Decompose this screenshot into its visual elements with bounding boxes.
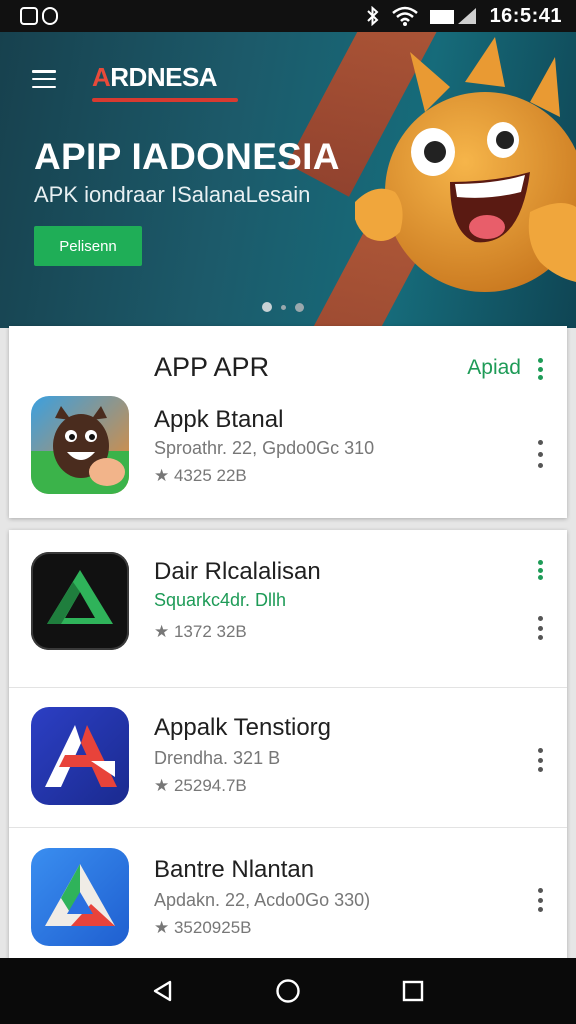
carousel-dot[interactable]: [295, 302, 304, 312]
status-time: 16:5:41: [489, 4, 562, 27]
mascot-illustration: [355, 37, 576, 292]
app-subtitle: Apdakn. 22, Acdo0Go 330): [154, 890, 371, 910]
notification-icon: [42, 7, 58, 25]
carousel-dot[interactable]: [281, 304, 286, 310]
section-more-icon[interactable]: [535, 358, 545, 380]
section-title: APP APR: [154, 352, 270, 382]
app-more-icon[interactable]: [535, 440, 545, 468]
app-subtitle: Drendha. 321 B: [154, 748, 281, 768]
status-bar: 16:5:41: [0, 0, 576, 32]
app-name[interactable]: Bantre Nlantan: [154, 856, 314, 884]
home-icon: [276, 979, 300, 1003]
app-name[interactable]: Dair Rlcalalisan: [154, 558, 321, 586]
recents-icon: [403, 980, 424, 1002]
bluetooth-icon: [366, 6, 379, 26]
divider: [9, 687, 567, 688]
app-more-icon[interactable]: [535, 888, 545, 912]
app-list: Dair Rlcalalisan Squarkc4dr. Dllh ★ 1372…: [9, 530, 567, 960]
app-rating: ★ 1372 32B: [154, 622, 247, 641]
app-subtitle: Squarkc4dr. Dllh: [154, 590, 287, 610]
wifi-icon: [391, 6, 418, 26]
app-rating: ★ 25294.7B: [154, 776, 247, 795]
hero-banner[interactable]: ARDNESA APIP IADONESIA APK iondraar ISal…: [0, 32, 576, 328]
menu-icon[interactable]: [32, 70, 56, 88]
app-more-icon[interactable]: [535, 748, 545, 772]
hero-subtitle: APK iondraar ISalanaLesain: [34, 182, 311, 207]
green-triangle-app-icon[interactable]: [31, 552, 129, 650]
carousel-indicator[interactable]: [262, 302, 304, 312]
recents-button[interactable]: [393, 971, 433, 1011]
navigation-bar: [0, 958, 576, 1024]
divider: [9, 827, 567, 828]
home-button[interactable]: [268, 971, 308, 1011]
app-more-icon[interactable]: [535, 616, 545, 640]
app-subtitle: Sproathr. 22, Gpdo0Gc 310: [154, 438, 375, 458]
carousel-dot-active[interactable]: [262, 302, 272, 312]
app-rating: ★ 3520925B: [154, 918, 252, 937]
app-name[interactable]: Appk Btanal: [154, 406, 283, 434]
hero-title: APIP IADONESIA: [34, 136, 340, 177]
notification-icon: [20, 7, 38, 25]
brand-logo: ARDNESA: [92, 62, 218, 92]
mascot-app-icon[interactable]: [31, 396, 129, 494]
red-a-app-icon[interactable]: [31, 707, 129, 805]
app-more-icon[interactable]: [535, 560, 545, 580]
notification-icons: [20, 7, 58, 25]
back-button[interactable]: [143, 971, 183, 1011]
blue-triangle-app-icon[interactable]: [31, 848, 129, 946]
back-icon: [153, 980, 171, 1002]
app-name[interactable]: Appalk Tenstiorg: [154, 714, 331, 742]
section-action-link[interactable]: Apiad: [467, 356, 521, 380]
app-rating: ★ 4325 22B: [154, 466, 247, 485]
signal-icon: [429, 8, 476, 24]
featured-section: APP APR Apiad Appk Btanal Sproathr. 22, …: [9, 326, 567, 518]
brand-logo-underline: [92, 98, 238, 102]
hero-cta-button[interactable]: Pelisenn: [34, 226, 142, 266]
